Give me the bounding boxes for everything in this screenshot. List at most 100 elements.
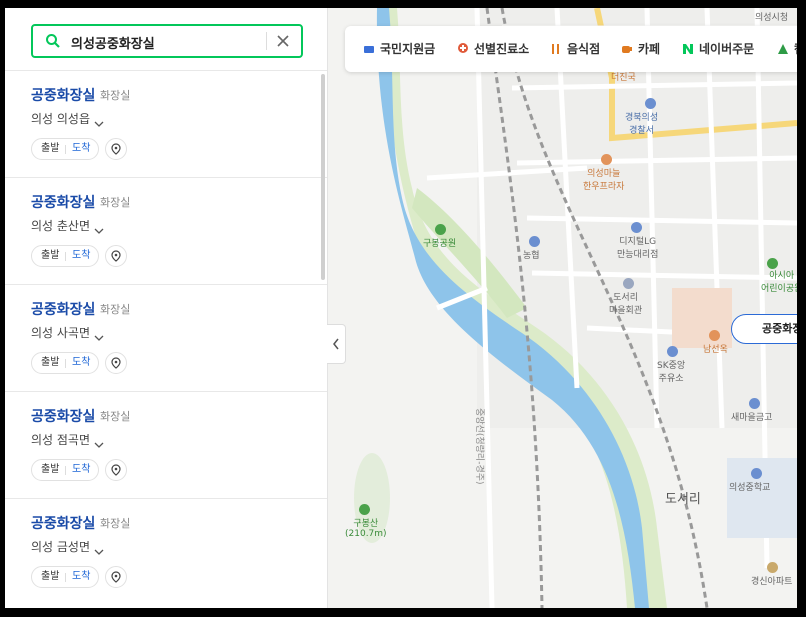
category-subsidy[interactable]: 국민지원금 [363,40,435,57]
map-label-doseori-hall[interactable]: 도서리 마을회관 [609,290,642,316]
place-name[interactable]: 공중화장실 [31,513,95,533]
directions-pin-button[interactable] [105,352,127,374]
route-button-group: 출발 도착 [31,459,99,481]
playground-poi-icon[interactable] [767,258,778,269]
place-category: 화장실 [100,517,131,530]
police-poi-icon[interactable] [645,98,656,109]
route-divider [65,252,66,261]
location-pin-icon [111,357,121,369]
directions-pin-button[interactable] [105,245,127,267]
medical-pin-icon [457,43,469,55]
list-item[interactable]: 공중화장실 화장실 의성 점곡면 출발 도착 [5,391,327,498]
map-label-nonghyup[interactable]: 농협 [523,248,540,261]
map-label-gubongsan[interactable]: 구봉산 (210.7m) [345,516,387,539]
location-pin-icon [111,571,121,583]
map-label-saemaul[interactable]: 새마을금고 [731,410,772,423]
depart-button[interactable]: 출발 [41,460,59,480]
mountain-poi-icon[interactable] [359,504,370,515]
arrive-button[interactable]: 도착 [72,460,90,480]
chevron-down-icon[interactable] [94,220,104,234]
category-naver-order[interactable]: 네이버주문 [682,40,754,57]
list-item[interactable]: 공중화장실 화장실 의성 금성면 출발 도착 [5,498,327,605]
chevron-down-icon[interactable] [94,113,104,127]
map-label-asia-kinder[interactable]: 아시아 어린이공원 [761,268,797,294]
map-label-doseori[interactable]: 도서리 [665,488,701,507]
category-restaurant[interactable]: 음식점 [550,40,600,57]
map-label-digital-lg[interactable]: 디지털LG 만능대리점 [617,234,658,260]
arrive-button[interactable]: 도착 [72,353,90,373]
wallet-icon [363,43,375,55]
map-label-namseonok[interactable]: 남선옥 [703,342,728,355]
directions-pin-button[interactable] [105,138,127,160]
chevron-left-icon [333,338,339,350]
list-item[interactable]: 공중화장실 화장실 의성 의성읍 출발 도착 [5,70,327,177]
category-cafe[interactable]: 카페 [621,40,660,57]
place-address[interactable]: 의성 사곡면 [31,324,90,341]
gas-station-poi-icon[interactable] [667,346,678,357]
map-canvas[interactable] [327,8,797,608]
directions-pin-button[interactable] [105,566,127,588]
map-label-uiseong-middle[interactable]: 의성중학교 [729,480,770,493]
bank-poi-icon[interactable] [529,236,540,247]
results-scrollbar[interactable] [321,74,325,280]
depart-button[interactable]: 출발 [41,139,59,159]
bank-poi-icon[interactable] [749,398,760,409]
search-divider [266,32,267,50]
restaurant-poi-icon[interactable] [601,154,612,165]
category-label: 카페 [638,42,661,56]
chevron-down-icon[interactable] [94,541,104,555]
clear-search-icon[interactable] [273,31,293,51]
category-camping[interactable]: 캠 [777,40,797,57]
map-label-gubong-park[interactable]: 구봉공원 [423,236,456,249]
hall-poi-icon[interactable] [623,278,634,289]
search-box[interactable]: 의성공중화장실 [31,24,303,58]
place-address[interactable]: 의성 금성면 [31,538,90,555]
map-label-hanwoo[interactable]: 의성마늘 한우프라자 [583,166,624,192]
search-panel: 의성공중화장실 공중화장실 화장실 의성 의성읍 출발 도착 공중화장실 화장실… [5,8,328,608]
app-window: 의성시청 더진국 경북의성 경찰서 의성마늘 한우프라자 디지털LG 만능대리점… [0,0,806,617]
location-pin-icon [111,250,121,262]
naver-n-icon [682,43,694,55]
arrive-button[interactable]: 도착 [72,246,90,266]
place-name[interactable]: 공중화장실 [31,299,95,319]
map-label-city-hall[interactable]: 의성시청 [755,10,788,23]
place-name[interactable]: 공중화장실 [31,85,95,105]
place-address[interactable]: 의성 의성읍 [31,110,90,127]
apartment-poi-icon[interactable] [767,562,778,573]
directions-pin-button[interactable] [105,459,127,481]
map-label-sk-station[interactable]: SK중앙 주유소 [657,358,685,384]
location-pin-icon [111,464,121,476]
place-category: 화장실 [100,303,131,316]
list-item[interactable]: 공중화장실 화장실 의성 사곡면 출발 도착 [5,284,327,391]
park-poi-icon[interactable] [435,224,446,235]
map-result-pin[interactable]: 공중화장 [731,314,797,344]
arrive-button[interactable]: 도착 [72,139,90,159]
map-view[interactable]: 의성시청 더진국 경북의성 경찰서 의성마늘 한우프라자 디지털LG 만능대리점… [327,8,797,608]
list-item[interactable]: 공중화장실 화장실 의성 춘산면 출발 도착 [5,177,327,284]
route-button-group: 출발 도착 [31,352,99,374]
map-label-police[interactable]: 경북의성 경찰서 [625,110,658,136]
search-input[interactable]: 의성공중화장실 [71,33,155,52]
category-label: 네이버주문 [699,42,755,56]
place-name[interactable]: 공중화장실 [31,192,95,212]
category-screening-clinic[interactable]: 선별진료소 [457,40,529,57]
place-name[interactable]: 공중화장실 [31,406,95,426]
category-label: 국민지원금 [380,42,436,56]
restaurant-poi-icon[interactable] [709,330,720,341]
category-bar: 국민지원금 선별진료소 음식점 카페 네이버주문 캠 [345,26,797,72]
map-label-gyeongsin-apt[interactable]: 경신아파트 [751,574,792,587]
place-address[interactable]: 의성 점곡면 [31,431,90,448]
collapse-panel-button[interactable] [327,324,346,364]
search-icon [45,33,61,49]
arrive-button[interactable]: 도착 [72,567,90,587]
school-poi-icon[interactable] [751,468,762,479]
route-divider [65,145,66,154]
chevron-down-icon[interactable] [94,327,104,341]
place-address[interactable]: 의성 춘산면 [31,217,90,234]
depart-button[interactable]: 출발 [41,246,59,266]
place-category: 화장실 [100,410,131,423]
depart-button[interactable]: 출발 [41,353,59,373]
depart-button[interactable]: 출발 [41,567,59,587]
store-poi-icon[interactable] [631,222,642,233]
chevron-down-icon[interactable] [94,434,104,448]
